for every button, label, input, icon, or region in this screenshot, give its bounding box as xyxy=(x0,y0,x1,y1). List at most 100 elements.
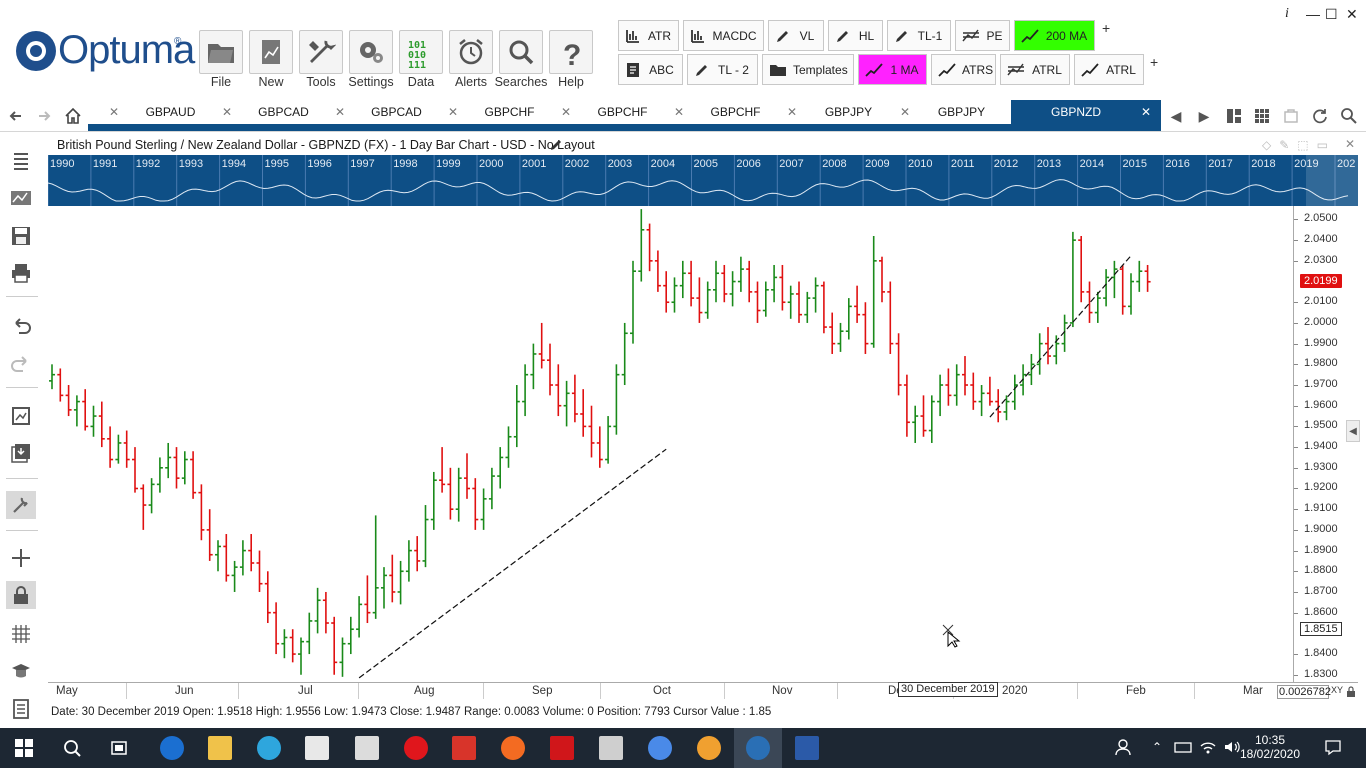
trading-app-icon[interactable] xyxy=(452,736,476,760)
close-button[interactable]: ✕ xyxy=(1346,6,1358,23)
trendline[interactable] xyxy=(989,255,1132,418)
undo-icon[interactable] xyxy=(6,312,36,340)
tab-gbpcad[interactable]: ✕ GBPCAD xyxy=(333,100,446,124)
tab-gbpjpy[interactable]: ✕ GBPJPY xyxy=(785,100,898,124)
export-icon[interactable] xyxy=(6,439,36,467)
scale-xy-button[interactable]: XY xyxy=(1331,685,1343,695)
tab-close-icon[interactable]: ✕ xyxy=(898,105,912,119)
tab-close-icon[interactable]: ✕ xyxy=(672,105,686,119)
tab-close-icon[interactable]: ✕ xyxy=(220,105,234,119)
redo-icon[interactable] xyxy=(6,350,36,378)
learn-icon[interactable] xyxy=(6,657,36,685)
toolbar-200-ma-button[interactable]: 200 MA xyxy=(1014,20,1095,51)
price-chart[interactable] xyxy=(48,206,1293,682)
toolbar-pe-button[interactable]: PE xyxy=(955,20,1010,51)
toolbar-vl-button[interactable]: VL xyxy=(768,20,824,51)
home-icon[interactable] xyxy=(60,103,86,129)
task-view-icon[interactable] xyxy=(109,738,129,761)
toolbar-hl-button[interactable]: HL xyxy=(828,20,883,51)
chrome-icon[interactable] xyxy=(648,736,672,760)
overview-navigator[interactable]: 1990 1991 1992 1993 1994 1995 1996 1997 1998 1999… xyxy=(48,155,1358,206)
calculator-icon[interactable] xyxy=(599,736,623,760)
taskbar-clock[interactable]: 10:35 18/02/2020 xyxy=(1235,733,1305,761)
info-icon[interactable]: i xyxy=(1285,6,1289,22)
notes-icon[interactable] xyxy=(6,695,36,723)
toolbar-macdc-button[interactable]: MACDC xyxy=(683,20,764,51)
tab-close-icon[interactable]: ✕ xyxy=(107,105,121,119)
taskbar-search-icon[interactable] xyxy=(62,738,82,761)
menu-new-button[interactable] xyxy=(249,30,293,74)
toolbar-tl-1-button[interactable]: TL-1 xyxy=(887,20,951,51)
price-axis[interactable]: 2.0500 2.0400 2.0300 2.0100 2.0000 1.9900 1.98… xyxy=(1293,206,1358,682)
file-explorer-icon[interactable] xyxy=(208,736,232,760)
word-icon[interactable] xyxy=(795,736,819,760)
tray-chevron-icon[interactable]: ⌃ xyxy=(1152,740,1162,754)
tab-gbpaud[interactable]: ✕ GBPAUD xyxy=(107,100,220,124)
tab-gbpchf[interactable]: ✕ GBPCHF xyxy=(446,100,559,124)
tab-close-icon[interactable]: ✕ xyxy=(1131,105,1161,119)
telegram-icon[interactable] xyxy=(257,736,281,760)
fxpro-icon[interactable] xyxy=(550,736,574,760)
optuma-taskbar-icon[interactable] xyxy=(746,736,770,760)
maximize-button[interactable]: ☐ xyxy=(1325,6,1338,23)
opera-icon[interactable] xyxy=(404,736,428,760)
layout-icon[interactable] xyxy=(1221,103,1247,129)
tab-gbpchf[interactable]: ✕ GBPCHF xyxy=(672,100,785,124)
new-chart-page-icon[interactable] xyxy=(6,402,36,430)
menu-file-button[interactable] xyxy=(199,30,243,74)
add-toolbar-button-row2[interactable]: + xyxy=(1150,54,1158,70)
menu-settings-button[interactable] xyxy=(349,30,393,74)
tab-close-icon[interactable]: ✕ xyxy=(333,105,347,119)
overview-window-marker[interactable] xyxy=(1306,155,1358,206)
toolbar-1-ma-button[interactable]: 1 MA xyxy=(858,54,927,85)
network-icon[interactable] xyxy=(1174,740,1192,757)
notifications-icon[interactable] xyxy=(1324,738,1342,759)
scroll-tabs-left-icon[interactable]: ◀ xyxy=(1163,103,1189,129)
edit-title-icon[interactable] xyxy=(549,138,563,155)
tab-close-icon[interactable]: ✕ xyxy=(559,105,573,119)
back-arrow-icon[interactable] xyxy=(3,103,29,129)
grid-layout-icon[interactable] xyxy=(1249,103,1275,129)
refresh-icon[interactable] xyxy=(1307,103,1333,129)
tab-close-icon[interactable]: ✕ xyxy=(446,105,460,119)
grid-lines-icon[interactable] xyxy=(6,620,36,648)
right-panel-toggle-icon[interactable]: ◀ xyxy=(1346,420,1360,442)
chart-close-icon[interactable]: ✕ xyxy=(1345,137,1355,151)
menu-searches-button[interactable] xyxy=(499,30,543,74)
trendline[interactable] xyxy=(358,448,667,679)
toolbar-atr-button[interactable]: ATR xyxy=(618,20,679,51)
toolbar-abc-button[interactable]: ABC xyxy=(618,54,683,85)
people-icon[interactable] xyxy=(1114,738,1132,759)
toolbar-atrs-button[interactable]: ATRS xyxy=(931,54,996,85)
menu-alerts-button[interactable] xyxy=(449,30,493,74)
lock-icon[interactable] xyxy=(6,581,36,609)
menu-help-button[interactable]: ? xyxy=(549,30,593,74)
brave-icon[interactable] xyxy=(697,736,721,760)
start-icon[interactable] xyxy=(14,738,34,761)
snapshot-icon[interactable] xyxy=(1278,103,1304,129)
menu-data-button[interactable]: 101 010 111 xyxy=(399,30,443,74)
scroll-tabs-right-icon[interactable]: ▶ xyxy=(1191,103,1217,129)
watchlist-icon[interactable] xyxy=(6,147,36,175)
menu-tools-button[interactable] xyxy=(299,30,343,74)
wrench-icon[interactable] xyxy=(6,491,36,519)
minimize-button[interactable]: — xyxy=(1306,6,1320,22)
toolbar-templates-button[interactable]: Templates xyxy=(762,54,854,85)
tab-close-icon[interactable]: ✕ xyxy=(785,105,799,119)
edge-icon[interactable] xyxy=(160,736,184,760)
print-icon[interactable] xyxy=(6,259,36,287)
toolbar-tl-2-button[interactable]: TL - 2 xyxy=(687,54,758,85)
search-tabs-icon[interactable] xyxy=(1336,103,1362,129)
add-toolbar-button-row1[interactable]: + xyxy=(1102,20,1110,36)
crosshair-icon[interactable] xyxy=(6,544,36,572)
forward-arrow-icon[interactable] xyxy=(31,103,57,129)
toolbar-atrl-button[interactable]: ATRL xyxy=(1074,54,1144,85)
tab-gbpjpy[interactable]: ✕ GBPJPY xyxy=(898,100,1011,124)
firefox-icon[interactable] xyxy=(501,736,525,760)
mail-icon[interactable] xyxy=(355,736,379,760)
store-icon[interactable] xyxy=(305,736,329,760)
save-icon[interactable] xyxy=(6,222,36,250)
tab-gbpchf[interactable]: ✕ GBPCHF xyxy=(559,100,672,124)
wifi-icon[interactable] xyxy=(1199,740,1217,757)
date-axis[interactable]: May Jun Jul Aug Sep Oct Nov De 2020 Feb Mar xyxy=(48,682,1358,699)
